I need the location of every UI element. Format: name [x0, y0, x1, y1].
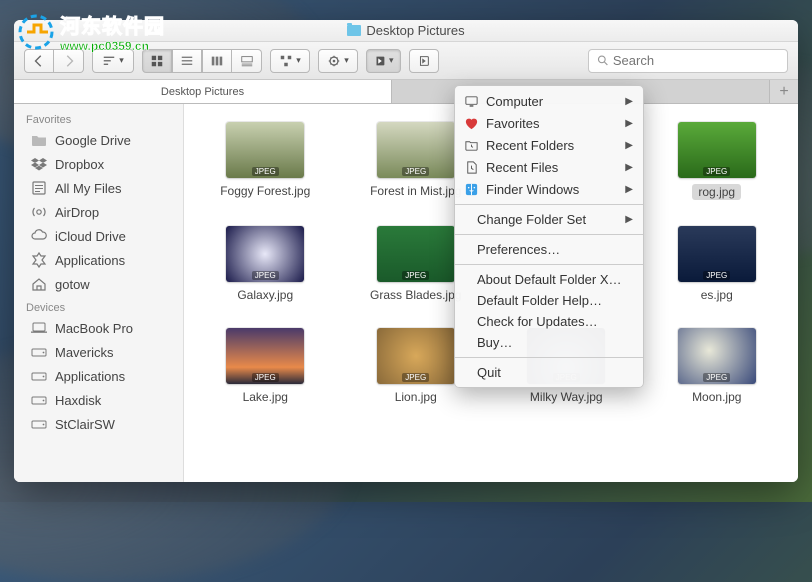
file-item[interactable]: JPEGes.jpg	[646, 226, 789, 302]
folder-icon	[30, 131, 48, 149]
sidebar-item-airdrop[interactable]: AirDrop	[14, 200, 183, 224]
recent-file-icon	[463, 159, 479, 175]
menu-separator	[455, 204, 643, 205]
chevron-right-icon: ▶	[625, 214, 633, 225]
action-dropdown[interactable]: ▾	[318, 49, 358, 73]
home-icon	[30, 275, 48, 293]
file-item[interactable]: JPEGMoon.jpg	[646, 328, 789, 404]
menu-item-preferences[interactable]: Preferences…	[455, 239, 643, 260]
menu-item-recent-files[interactable]: Recent Files▶	[455, 156, 643, 178]
sidebar-item-dropbox[interactable]: Dropbox	[14, 152, 183, 176]
heart-icon	[463, 115, 479, 131]
cloud-icon	[30, 227, 48, 245]
file-thumbnail: JPEG	[377, 122, 455, 178]
all-files-icon	[30, 179, 48, 197]
file-thumbnail: JPEG	[678, 122, 756, 178]
drive-icon	[30, 415, 48, 433]
drive-icon	[30, 343, 48, 361]
sidebar-heading-favorites: Favorites	[14, 108, 183, 128]
airdrop-icon	[30, 203, 48, 221]
arrange-dropdown[interactable]: ▾	[270, 49, 310, 73]
menu-item-computer[interactable]: Computer▶	[455, 90, 643, 112]
menu-item-finder-windows[interactable]: Finder Windows▶	[455, 178, 643, 200]
menu-item-change-folder-set[interactable]: Change Folder Set▶	[455, 209, 643, 230]
sidebar-item-google-drive[interactable]: Google Drive	[14, 128, 183, 152]
window-title: Desktop Pictures	[366, 23, 464, 38]
search-field[interactable]	[588, 49, 788, 73]
chevron-right-icon: ▶	[625, 184, 633, 195]
laptop-icon	[30, 319, 48, 337]
menu-separator	[455, 234, 643, 235]
sidebar-item-applications[interactable]: Applications	[14, 248, 183, 272]
file-thumbnail: JPEG	[678, 226, 756, 282]
tab-desktop-pictures[interactable]: Desktop Pictures	[14, 80, 392, 103]
drive-icon	[30, 391, 48, 409]
recent-folder-icon	[463, 137, 479, 153]
menu-item-check-updates[interactable]: Check for Updates…	[455, 311, 643, 332]
file-item-selected[interactable]: JPEGrog.jpg	[646, 122, 789, 200]
sidebar-item-gotow[interactable]: gotow	[14, 272, 183, 296]
sidebar-item-stclairsw[interactable]: StClairSW	[14, 412, 183, 436]
sidebar-item-all-my-files[interactable]: All My Files	[14, 176, 183, 200]
menu-item-quit[interactable]: Quit	[455, 362, 643, 383]
chevron-right-icon: ▶	[625, 118, 633, 129]
applications-icon	[30, 251, 48, 269]
sidebar-item-macbook-pro[interactable]: MacBook Pro	[14, 316, 183, 340]
finder-icon	[463, 181, 479, 197]
menu-separator	[455, 264, 643, 265]
sidebar-heading-devices: Devices	[14, 296, 183, 316]
tab-add-button[interactable]: +	[770, 80, 798, 103]
file-item[interactable]: JPEGGalaxy.jpg	[194, 226, 337, 302]
file-thumbnail: JPEG	[377, 328, 455, 384]
watermark-url: www.pc0359.cn	[60, 39, 165, 53]
watermark-title: 河东软件园	[60, 10, 165, 39]
menu-item-help[interactable]: Default Folder Help…	[455, 290, 643, 311]
file-thumbnail: JPEG	[226, 328, 304, 384]
context-menu: Computer▶ Favorites▶ Recent Folders▶ Rec…	[454, 85, 644, 388]
chevron-right-icon: ▶	[625, 140, 633, 151]
chevron-right-icon: ▶	[625, 96, 633, 107]
view-coverflow-button[interactable]	[232, 49, 262, 73]
computer-icon	[463, 93, 479, 109]
search-icon	[597, 54, 609, 67]
view-columns-button[interactable]	[202, 49, 232, 73]
dfx-button-2[interactable]	[409, 49, 439, 73]
sidebar-item-mavericks[interactable]: Mavericks	[14, 340, 183, 364]
watermark-logo-icon	[18, 14, 54, 50]
folder-icon	[347, 25, 361, 36]
sidebar-item-dev-applications[interactable]: Applications	[14, 364, 183, 388]
menu-item-recent-folders[interactable]: Recent Folders▶	[455, 134, 643, 156]
tabbar: Desktop Pictures +	[14, 80, 798, 104]
file-thumbnail: JPEG	[377, 226, 455, 282]
file-item[interactable]: JPEGLake.jpg	[194, 328, 337, 404]
dfx-button-1[interactable]: ▾	[366, 49, 401, 73]
view-list-button[interactable]	[172, 49, 202, 73]
file-thumbnail: JPEG	[226, 122, 304, 178]
menu-item-buy[interactable]: Buy…	[455, 332, 643, 353]
dropbox-icon	[30, 155, 48, 173]
menu-item-about[interactable]: About Default Folder X…	[455, 269, 643, 290]
search-input[interactable]	[613, 53, 779, 68]
file-thumbnail: JPEG	[226, 226, 304, 282]
finder-window: Desktop Pictures ▾ ▾ ▾ ▾	[14, 20, 798, 482]
sidebar-item-icloud-drive[interactable]: iCloud Drive	[14, 224, 183, 248]
chevron-right-icon: ▶	[625, 162, 633, 173]
file-item[interactable]: JPEGFoggy Forest.jpg	[194, 122, 337, 200]
drive-icon	[30, 367, 48, 385]
sidebar: Favorites Google Drive Dropbox All My Fi…	[14, 104, 184, 482]
watermark: 河东软件园 www.pc0359.cn	[18, 10, 165, 53]
menu-separator	[455, 357, 643, 358]
sidebar-item-haxdisk[interactable]: Haxdisk	[14, 388, 183, 412]
file-thumbnail: JPEG	[678, 328, 756, 384]
menu-item-favorites[interactable]: Favorites▶	[455, 112, 643, 134]
